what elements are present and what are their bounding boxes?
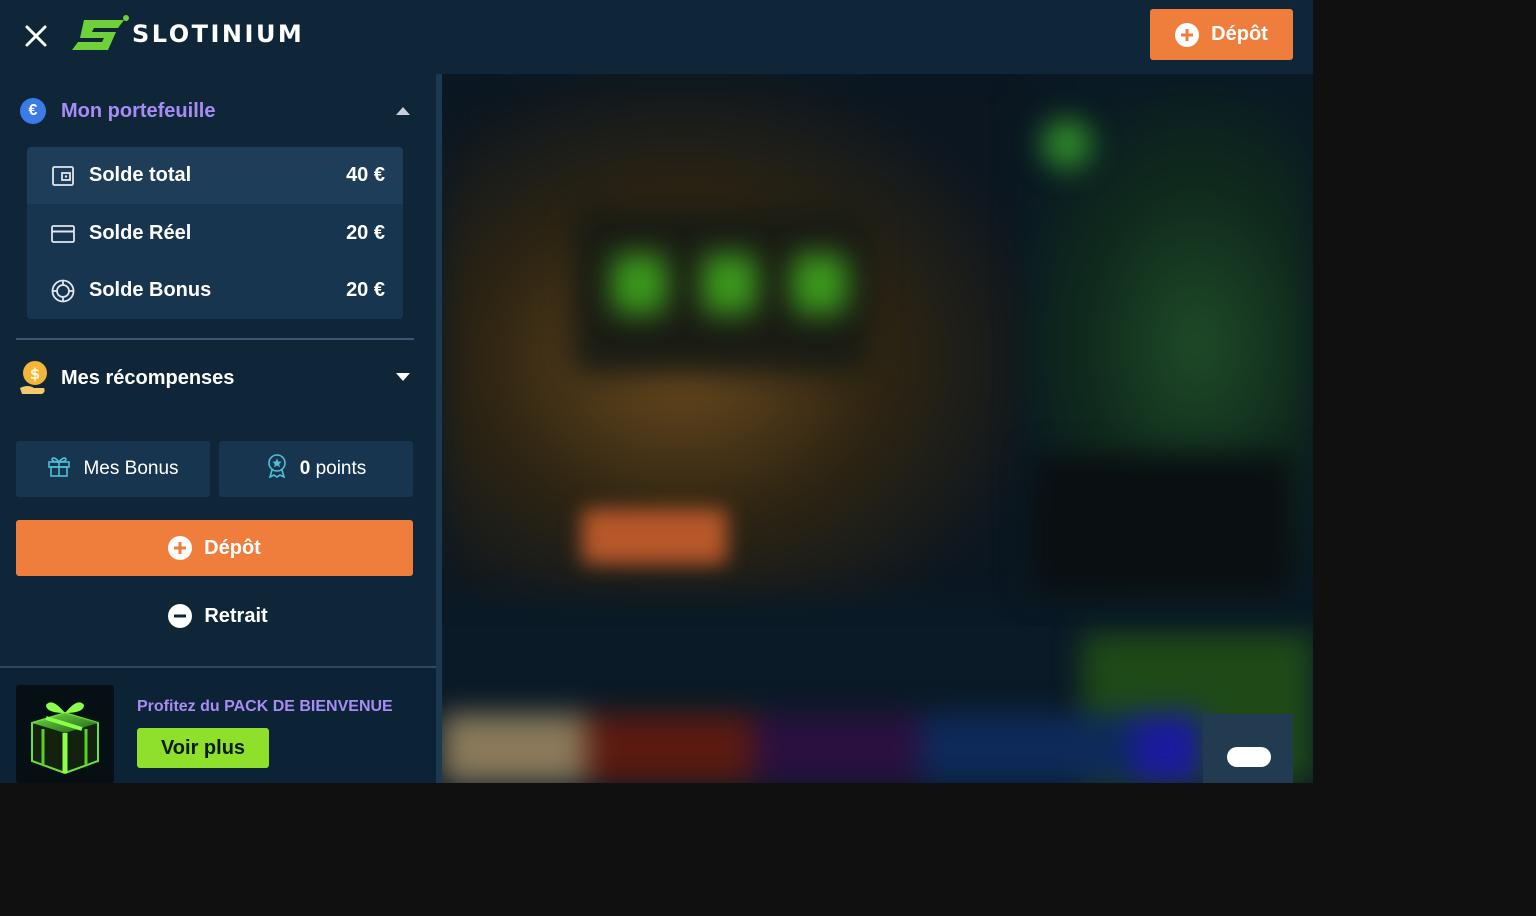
rewards-section-toggle[interactable]: $ Mes récompenses <box>0 356 436 404</box>
gift-box-image <box>16 685 114 783</box>
balance-value: 40 € <box>346 164 385 186</box>
coin-hand-icon: $ <box>18 360 48 396</box>
euro-icon: € <box>20 98 46 124</box>
balance-row-real: Solde Réel 20 € <box>27 205 403 262</box>
wallet-title: Mon portefeuille <box>61 100 216 122</box>
sidebar-deposit-label: Dépôt <box>204 536 261 559</box>
hero-cta <box>582 509 727 564</box>
svg-text:$: $ <box>30 365 40 383</box>
chat-button[interactable] <box>1203 714 1293 783</box>
secondary-logo <box>1042 119 1092 169</box>
balance-value: 20 € <box>346 279 385 301</box>
rewards-title: Mes récompenses <box>61 367 235 389</box>
section-divider <box>16 338 414 340</box>
welcome-pack-promo: Profitez du PACK DE BIENVENUE Voir plus <box>0 666 436 783</box>
points-value: 0 <box>299 458 311 479</box>
wallet-icon <box>51 164 75 188</box>
chevron-down-icon <box>396 373 410 381</box>
brand-name: SLOTINIUM <box>132 20 305 48</box>
balance-label: Solde Réel <box>89 222 192 244</box>
header-deposit-button[interactable]: Dépôt <box>1150 9 1293 60</box>
wallet-section-toggle[interactable]: € Mon portefeuille <box>0 88 436 134</box>
hero-symbol <box>702 254 757 314</box>
balance-label: Solde Bonus <box>89 279 212 301</box>
game-thumbnails <box>442 714 1202 783</box>
withdraw-button[interactable]: Retrait <box>150 596 286 636</box>
balance-label: Solde total <box>89 164 192 186</box>
chevron-up-icon <box>396 107 410 115</box>
main-content-blurred <box>442 74 1313 783</box>
promo-text-highlight: PACK DE BIENVENUE <box>224 698 393 715</box>
promo-text: Profitez du PACK DE BIENVENUE <box>137 698 393 716</box>
points-unit: points <box>315 458 367 479</box>
close-icon[interactable] <box>18 18 54 54</box>
points-text: 0 points <box>300 458 367 480</box>
app-window: SLOTINIUM Dépôt € Mon portefeuille Solde… <box>0 0 1313 783</box>
hero-symbol <box>792 254 847 314</box>
header-deposit-label: Dépôt <box>1211 23 1268 45</box>
balance-row-bonus: Solde Bonus 20 € <box>27 262 403 319</box>
withdraw-label: Retrait <box>204 604 268 627</box>
see-more-button[interactable]: Voir plus <box>137 728 269 768</box>
sidebar-border <box>436 74 442 783</box>
hero-symbol <box>612 254 667 314</box>
chip-icon <box>51 279 75 303</box>
plus-circle-icon <box>1175 22 1200 47</box>
my-bonus-button[interactable]: Mes Bonus <box>16 441 210 497</box>
chat-bubble-icon <box>1227 747 1271 767</box>
secondary-panel <box>1032 454 1292 594</box>
card-icon <box>51 222 75 246</box>
gift-icon <box>47 454 71 484</box>
points-button[interactable]: 0 points <box>219 441 413 497</box>
award-badge-icon <box>266 454 288 484</box>
plus-circle-icon <box>168 536 193 560</box>
sidebar-deposit-button[interactable]: Dépôt <box>16 520 413 576</box>
promo-text-prefix: Profitez du <box>137 698 225 715</box>
minus-circle-icon <box>168 604 193 628</box>
balance-value: 20 € <box>346 222 385 244</box>
balances-panel: Solde total 40 € Solde Réel 20 € Solde B… <box>27 147 403 319</box>
my-bonus-label: Mes Bonus <box>83 458 179 479</box>
top-bar: SLOTINIUM Dépôt <box>0 0 1313 74</box>
wallet-sidebar: € Mon portefeuille Solde total 40 € Sold… <box>0 74 436 783</box>
balance-row-total: Solde total 40 € <box>27 147 403 204</box>
